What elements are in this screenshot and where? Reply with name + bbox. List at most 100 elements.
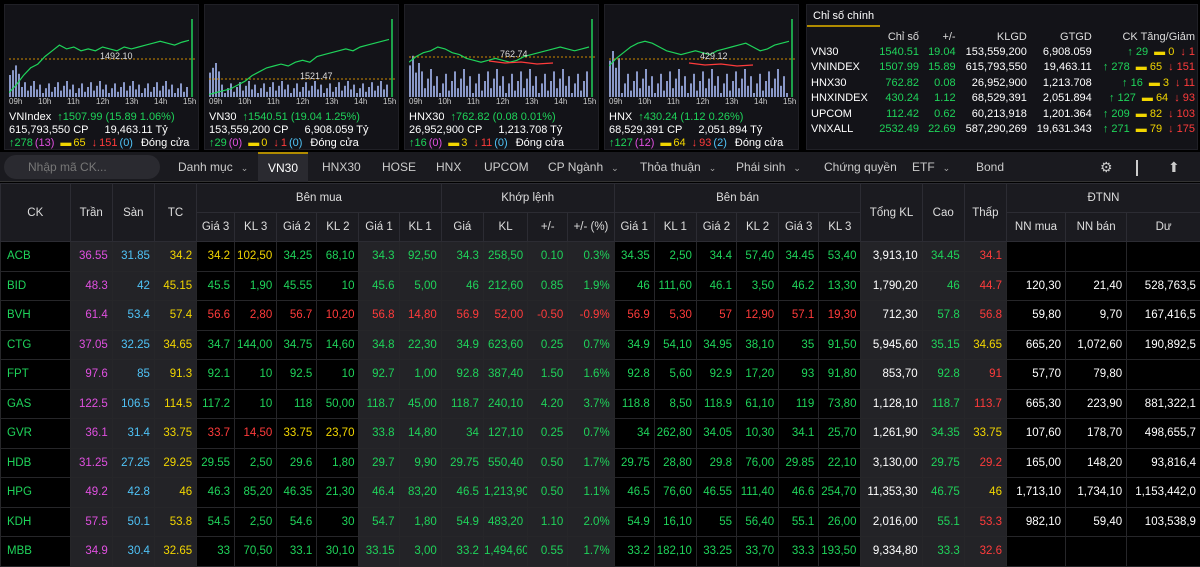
column-header[interactable]: Sàn	[112, 184, 154, 242]
column-header[interactable]: KL 3	[819, 213, 861, 242]
column-header[interactable]: KL 3	[235, 213, 277, 242]
nav-tab[interactable]: Bond	[976, 152, 1004, 182]
symbol-cell[interactable]: CTG	[1, 330, 71, 360]
column-header[interactable]: NN mua	[1006, 213, 1065, 242]
symbol-cell[interactable]: ACB	[1, 242, 71, 272]
nav-tab[interactable]: HOSE	[382, 152, 416, 182]
symbol-cell[interactable]: GAS	[1, 389, 71, 419]
column-header[interactable]: Tổng KL	[861, 184, 922, 242]
column-header[interactable]: KL 1	[654, 213, 696, 242]
unchanged-count: 82	[1150, 108, 1162, 120]
volume-bar	[93, 91, 95, 97]
column-header[interactable]: NN bán	[1066, 213, 1127, 242]
column-header[interactable]: CK	[1, 184, 71, 242]
index-chart-panel[interactable]: 1521.4709h10h11h12h13h14h15hVN30↑1540.51…	[204, 4, 399, 150]
column-header[interactable]: TC	[154, 184, 196, 242]
table-row[interactable]: HPG49.242.84646.385,2046.3521,3046.483,2…	[1, 478, 1200, 508]
table-row[interactable]: GAS122.5106.5114.5117.21011850,00118.745…	[1, 389, 1200, 419]
price-cell: 56.8	[964, 301, 1006, 331]
column-header[interactable]: Dư	[1127, 213, 1200, 242]
table-row[interactable]: FPT97.68591.392.11092.51092.71,0092.8387…	[1, 360, 1200, 390]
symbol-cell[interactable]: BVH	[1, 301, 71, 331]
price-cell: 85	[112, 360, 154, 390]
price-cell: 23,70	[317, 419, 359, 449]
price-cell: 14,80	[399, 419, 441, 449]
nav-tab[interactable]: Phái sinh⌄	[736, 152, 801, 182]
index-change-value: 762.82 (0.08 0.01%)	[456, 111, 556, 123]
nav-tab-label: HOSE	[382, 160, 416, 174]
volume-bar	[359, 88, 361, 97]
column-header[interactable]: Giá 3	[197, 213, 235, 242]
nav-tab[interactable]: CP Ngành⌄	[548, 152, 619, 182]
index-row[interactable]: HNXINDEX430.241.1268,529,3912,051.894↑ 1…	[807, 91, 1199, 107]
table-row[interactable]: ACB36.5531.8534.234.2102,5034.2568,1034.…	[1, 242, 1200, 272]
column-header[interactable]: Giá 3	[779, 213, 819, 242]
column-header[interactable]: +/- (%)	[568, 213, 614, 242]
symbol-cell[interactable]: GVR	[1, 419, 71, 449]
table-row[interactable]: MBB34.930.432.653370,5033.130,1033.153,0…	[1, 537, 1200, 567]
table-row[interactable]: HDB31.2527.2529.2529.552,5029.61,8029.79…	[1, 448, 1200, 478]
price-cell: 29.7	[359, 448, 399, 478]
price-cell: 54.5	[197, 507, 235, 537]
nav-tab[interactable]: HNX30	[322, 152, 361, 182]
nav-tab[interactable]: UPCOM	[484, 152, 529, 182]
symbol-cell[interactable]: MBB	[1, 537, 71, 567]
index-row[interactable]: VNXALL2532.4922.69587,290,26919,631.343↑…	[807, 122, 1199, 138]
tab-main-indices[interactable]: Chỉ số chính	[807, 7, 880, 27]
index-row[interactable]: VN301540.5119.04153,559,2006,908.059↑ 29…	[807, 44, 1199, 60]
symbol-cell[interactable]: KDH	[1, 507, 71, 537]
declines-count: 11	[481, 137, 492, 149]
column-header[interactable]: Thấp	[964, 184, 1006, 242]
symbol-cell[interactable]: HPG	[1, 478, 71, 508]
nav-tab[interactable]: VN30	[258, 152, 308, 182]
symbol-cell[interactable]: BID	[1, 271, 71, 301]
column-header[interactable]: Giá 2	[277, 213, 317, 242]
column-header[interactable]: Cao	[922, 184, 964, 242]
nav-tab-label: HNX30	[322, 160, 361, 174]
column-header[interactable]: KL 1	[399, 213, 441, 242]
column-header[interactable]: Giá 2	[696, 213, 736, 242]
table-row[interactable]: BID48.34245.1545.51,9045.551045.65,00462…	[1, 271, 1200, 301]
unchanged-count: 3	[461, 137, 467, 149]
column-header[interactable]: Giá 1	[359, 213, 399, 242]
table-row[interactable]: BVH61.453.457.456.62,8056.710,2056.814,8…	[1, 301, 1200, 331]
index-chart-panel[interactable]: 762.7409h10h11h12h13h14h15hHNX30↑762.82 …	[404, 4, 599, 150]
index-chart-panel[interactable]: 429.1209h10h11h12h13h14h15hHNX↑430.24 (1…	[604, 4, 799, 150]
nav-tab[interactable]: ETF⌄	[912, 152, 950, 182]
column-header[interactable]: KL 2	[317, 213, 359, 242]
symbol-cell[interactable]: HDB	[1, 448, 71, 478]
column-header[interactable]: Giá 1	[614, 213, 654, 242]
nav-tab[interactable]: Thỏa thuận⌄	[640, 152, 716, 182]
arrow-up-icon[interactable]: ⬆	[1168, 159, 1180, 176]
nav-tab[interactable]: HNX	[436, 152, 461, 182]
table-row[interactable]: GVR36.131.433.7533.714,5033.7523,7033.81…	[1, 419, 1200, 449]
market-status: Đóng cửa	[516, 137, 564, 149]
column-header[interactable]: KL	[483, 213, 527, 242]
symbol-cell[interactable]: FPT	[1, 360, 71, 390]
volume-bar	[269, 87, 271, 97]
volume-bar	[218, 71, 220, 97]
search-input[interactable]	[4, 155, 160, 179]
column-header[interactable]: ĐTNN	[1006, 184, 1200, 213]
volume-bar	[338, 82, 340, 97]
table-row[interactable]: KDH57.550.153.854.52,5054.63054.71,8054.…	[1, 507, 1200, 537]
column-header[interactable]: Giá	[441, 213, 483, 242]
column-header[interactable]: +/-	[528, 213, 568, 242]
nav-tab[interactable]: Chứng quyền	[824, 152, 897, 182]
index-row[interactable]: VNINDEX1507.9915.89615,793,55019,463.11↑…	[807, 60, 1199, 76]
nav-tab-label: Danh mục	[178, 160, 233, 174]
column-header[interactable]: Bên bán	[614, 184, 861, 213]
table-row[interactable]: CTG37.0532.2534.6534.7144,0034.7514,6034…	[1, 330, 1200, 360]
price-cell: 12,90	[736, 301, 778, 331]
column-header[interactable]: Trần	[70, 184, 112, 242]
column-header[interactable]: Khớp lệnh	[441, 184, 614, 213]
index-name: HNX30	[409, 111, 444, 123]
column-header[interactable]: KL 2	[736, 213, 778, 242]
index-chart-panel[interactable]: 1492.1009h10h11h12h13h14h15hVNIndex↑1507…	[4, 4, 199, 150]
index-row[interactable]: HNX30762.820.0826,952,9001,213.708↑ 16▬ …	[807, 75, 1199, 91]
index-row[interactable]: UPCOM112.420.6260,213,9181,201.364↑ 209▬…	[807, 106, 1199, 122]
column-header[interactable]: Bên mua	[197, 184, 442, 213]
nav-tab[interactable]: Danh mục⌄	[178, 152, 248, 182]
gear-icon[interactable]: ⚙	[1100, 159, 1113, 176]
volume-bar	[526, 79, 528, 97]
